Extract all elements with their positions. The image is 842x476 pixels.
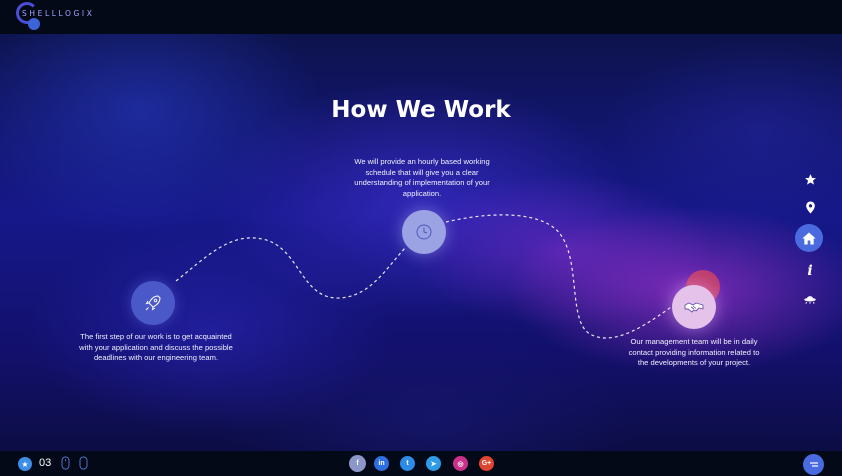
handshake-icon — [684, 302, 704, 313]
step-2-text: We will provide an hourly based working … — [354, 157, 490, 198]
step-1-text: The first step of our work is to get acq… — [79, 332, 233, 362]
telegram-glyph: ➤ — [430, 460, 437, 468]
telegram-icon[interactable]: ➤ — [426, 456, 441, 471]
location-pin-icon — [805, 201, 815, 213]
google-plus-icon[interactable]: G+ — [479, 456, 494, 471]
info-icon: i — [807, 263, 813, 279]
star-icon — [804, 173, 816, 185]
step-1-icon-circle — [131, 281, 175, 325]
slide-number: 03 — [39, 457, 52, 469]
home-icon — [802, 232, 816, 244]
hero-background: SHELLLOGIX How We Work The first step of… — [0, 0, 842, 476]
step-3-text: Our management team will be in daily con… — [628, 337, 760, 367]
nav-home-button[interactable] — [795, 224, 823, 252]
rocket-icon — [145, 295, 161, 311]
nav-favorites-button[interactable] — [796, 166, 824, 192]
chat-icon — [809, 461, 818, 467]
facebook-glyph: f — [356, 460, 359, 467]
nav-location-button[interactable] — [796, 194, 824, 220]
step-3-icon-circle — [672, 285, 716, 329]
mouse-scroll-icon[interactable] — [61, 456, 70, 470]
slide-star-badge-icon: ★ — [18, 457, 32, 471]
clock-icon — [416, 224, 432, 240]
twitter-icon[interactable]: t — [400, 456, 415, 471]
instagram-icon[interactable]: ◎ — [453, 456, 468, 471]
linkedin-glyph: in — [378, 460, 385, 467]
step-2-icon-circle — [402, 210, 446, 254]
bottom-bar: ★ 03 f in t ➤ ◎ G+ — [0, 451, 842, 476]
instagram-glyph: ◎ — [457, 460, 464, 468]
nav-info-button[interactable]: i — [796, 258, 824, 284]
linkedin-icon[interactable]: in — [374, 456, 389, 471]
nav-services-button[interactable] — [796, 286, 824, 312]
google-plus-glyph: G+ — [481, 460, 492, 467]
facebook-icon[interactable]: f — [349, 455, 366, 472]
mouse-icon[interactable] — [79, 456, 88, 470]
twitter-glyph: t — [406, 460, 409, 467]
chat-button[interactable] — [803, 454, 824, 475]
ufo-icon — [804, 296, 816, 304]
